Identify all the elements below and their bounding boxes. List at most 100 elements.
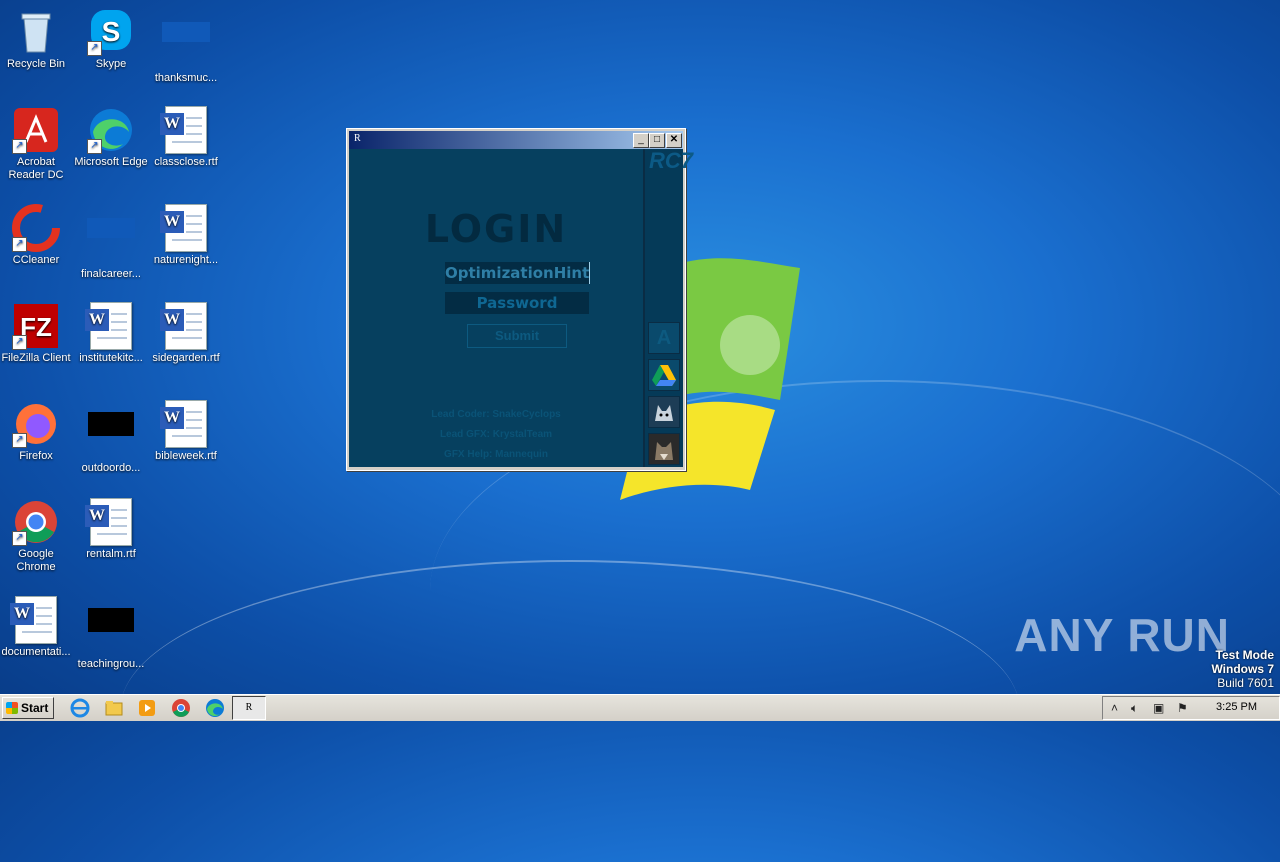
desktop-icon-classclose[interactable]: W classclose.rtf [148, 106, 224, 169]
clock[interactable]: 3:25 PM [1216, 701, 1257, 713]
shortcut-arrow-icon: ↗ [87, 41, 102, 56]
side-button-a-label: A [656, 327, 672, 349]
desktop-icon-filezilla[interactable]: FZ ↗ FileZilla Client [0, 302, 74, 365]
desktop-icon-label: Skype [95, 58, 127, 70]
test-mode-line1: Test Mode [1215, 648, 1274, 662]
close-button[interactable]: ✕ [666, 133, 682, 148]
desktop-icon-microsoft-edge[interactable]: ↗ Microsoft Edge [73, 106, 149, 169]
desktop-icon-ccleaner[interactable]: ↗ CCleaner [0, 204, 74, 267]
shortcut-arrow-icon: ↗ [12, 531, 27, 546]
desktop-icon-firefox[interactable]: ↗ Firefox [0, 400, 74, 463]
desktop-icon-skype[interactable]: S ↗ Skype [73, 8, 149, 71]
taskbar: Start R ˄ 🔈︎ ▣ ⚑ 3:25 PM [0, 694, 1280, 721]
desktop-icon-label: CCleaner [12, 254, 60, 266]
desktop-icon-documentation[interactable]: W documentati... [0, 596, 74, 659]
login-panel: LOGIN OptimizationHints Password Submit … [349, 149, 643, 467]
maximize-button[interactable]: □ [649, 133, 665, 148]
rc7-login-window[interactable]: R _ □ ✕ LOGIN OptimizationHints Password… [346, 128, 694, 471]
windows-flag-icon [6, 702, 18, 714]
word-document-icon: W [160, 204, 210, 252]
test-mode-line3: Build 7601 [1217, 676, 1274, 690]
desktop-icon-label: Acrobat Reader DC [8, 156, 64, 181]
desktop-icon-naturenight[interactable]: W naturenight... [148, 204, 224, 267]
acrobat-icon: ↗ [12, 106, 60, 154]
shortcut-arrow-icon: ↗ [12, 237, 27, 252]
desktop-icon-outdoordo[interactable]: outdoordo... [73, 400, 149, 475]
word-document-icon: W [85, 302, 135, 350]
rc7-logo: RC7 [649, 148, 694, 173]
credit-lead-gfx: Lead GFX: KrystalTeam [439, 429, 553, 440]
desktop-icon-label: finalcareer... [81, 268, 141, 280]
ccleaner-icon: ↗ [12, 204, 60, 252]
window-titlebar[interactable]: R _ □ ✕ [349, 131, 683, 149]
desktop-icon-finalcareer[interactable]: finalcareer... [73, 204, 149, 281]
svg-text:S: S [102, 16, 121, 47]
action-center-flag-icon[interactable]: ⚑ [1177, 701, 1188, 715]
minimize-button[interactable]: _ [633, 133, 649, 148]
test-mode-line2: Windows 7 [1211, 662, 1274, 676]
desktop-icon-teachingrou[interactable]: teachingrou... [73, 596, 149, 671]
desktop-icon-sidegarden[interactable]: W sidegarden.rtf [148, 302, 224, 365]
media-player-icon[interactable] [137, 698, 157, 718]
desktop-icon-google-chrome[interactable]: ↗ Google Chrome [0, 498, 74, 574]
username-input[interactable]: OptimizationHints [445, 262, 590, 284]
file-icon [87, 412, 135, 460]
desktop-icon-label: Recycle Bin [6, 58, 66, 70]
start-button[interactable]: Start [2, 697, 54, 719]
wolf-icon [649, 397, 679, 427]
start-label: Start [21, 701, 49, 715]
chrome-icon: ↗ [12, 498, 60, 546]
show-hidden-icons-icon[interactable]: ˄ [1111, 701, 1118, 715]
login-heading: LOGIN [424, 207, 568, 251]
desktop-icon-label: outdoordo... [81, 462, 141, 474]
shortcut-arrow-icon: ↗ [12, 335, 27, 350]
password-input[interactable]: Password [445, 292, 589, 314]
word-document-icon: W [160, 302, 210, 350]
file-icon [87, 608, 135, 656]
word-document-icon: W [160, 106, 210, 154]
word-document-icon: W [10, 596, 60, 644]
side-button-a[interactable]: A [648, 322, 680, 354]
anyrun-watermark: ANY RUN [1014, 609, 1230, 661]
wolf-head-icon [649, 434, 679, 464]
file-icon [162, 22, 210, 70]
desktop-icon-bibleweek[interactable]: W bibleweek.rtf [148, 400, 224, 463]
desktop-icon-thanksmuch[interactable]: thanksmuc... [148, 8, 224, 85]
desktop-icon-label: Microsoft Edge [74, 156, 148, 168]
wolf-profile-button[interactable] [648, 433, 680, 465]
shortcut-arrow-icon: ↗ [12, 433, 27, 448]
google-drive-icon [652, 365, 676, 386]
google-drive-button[interactable] [648, 359, 680, 391]
edge-icon: ↗ [87, 106, 135, 154]
wolf-avatar-button[interactable] [648, 396, 680, 428]
network-icon[interactable]: ▣ [1153, 701, 1164, 715]
desktop-icon-label: sidegarden.rtf [152, 352, 220, 364]
desktop-icon-label: teachingrou... [77, 658, 145, 670]
desktop-icon-label: documentati... [1, 646, 71, 658]
test-mode-notice: Test Mode Windows 7 Build 7601 [1211, 648, 1274, 690]
desktop-icon-label: Firefox [19, 450, 53, 462]
internet-explorer-icon[interactable] [70, 698, 90, 718]
desktop-icon-label: Google Chrome [16, 548, 56, 573]
desktop-icon-label: institutekitc... [79, 352, 143, 364]
shortcut-arrow-icon: ↗ [87, 139, 102, 154]
submit-button[interactable]: Submit [467, 324, 567, 348]
filezilla-icon: FZ ↗ [12, 302, 60, 350]
file-explorer-icon[interactable] [104, 698, 124, 718]
rc7-taskbar-button[interactable]: R [232, 696, 266, 720]
chrome-taskbar-icon[interactable] [171, 698, 191, 718]
recycle-bin-icon [12, 8, 60, 56]
side-toolbar: RC7 A [643, 148, 694, 467]
edge-taskbar-icon[interactable] [205, 698, 225, 718]
volume-icon[interactable]: 🔈︎ [1131, 701, 1138, 716]
desktop-icon-label: rentalm.rtf [86, 548, 136, 560]
shortcut-arrow-icon: ↗ [12, 139, 27, 154]
desktop-icon-label: FileZilla Client [1, 352, 71, 364]
desktop-icon-rentalm[interactable]: W rentalm.rtf [73, 498, 149, 561]
desktop-icon-recycle-bin[interactable]: Recycle Bin [0, 8, 74, 71]
desktop-icon-acrobat-reader[interactable]: ↗ Acrobat Reader DC [0, 106, 74, 182]
desktop-icon-institutekitc[interactable]: W institutekitc... [73, 302, 149, 365]
credit-gfx-help: GFX Help: Mannequin [444, 449, 548, 460]
file-icon [87, 218, 135, 266]
desktop-icon-label: bibleweek.rtf [155, 450, 217, 462]
